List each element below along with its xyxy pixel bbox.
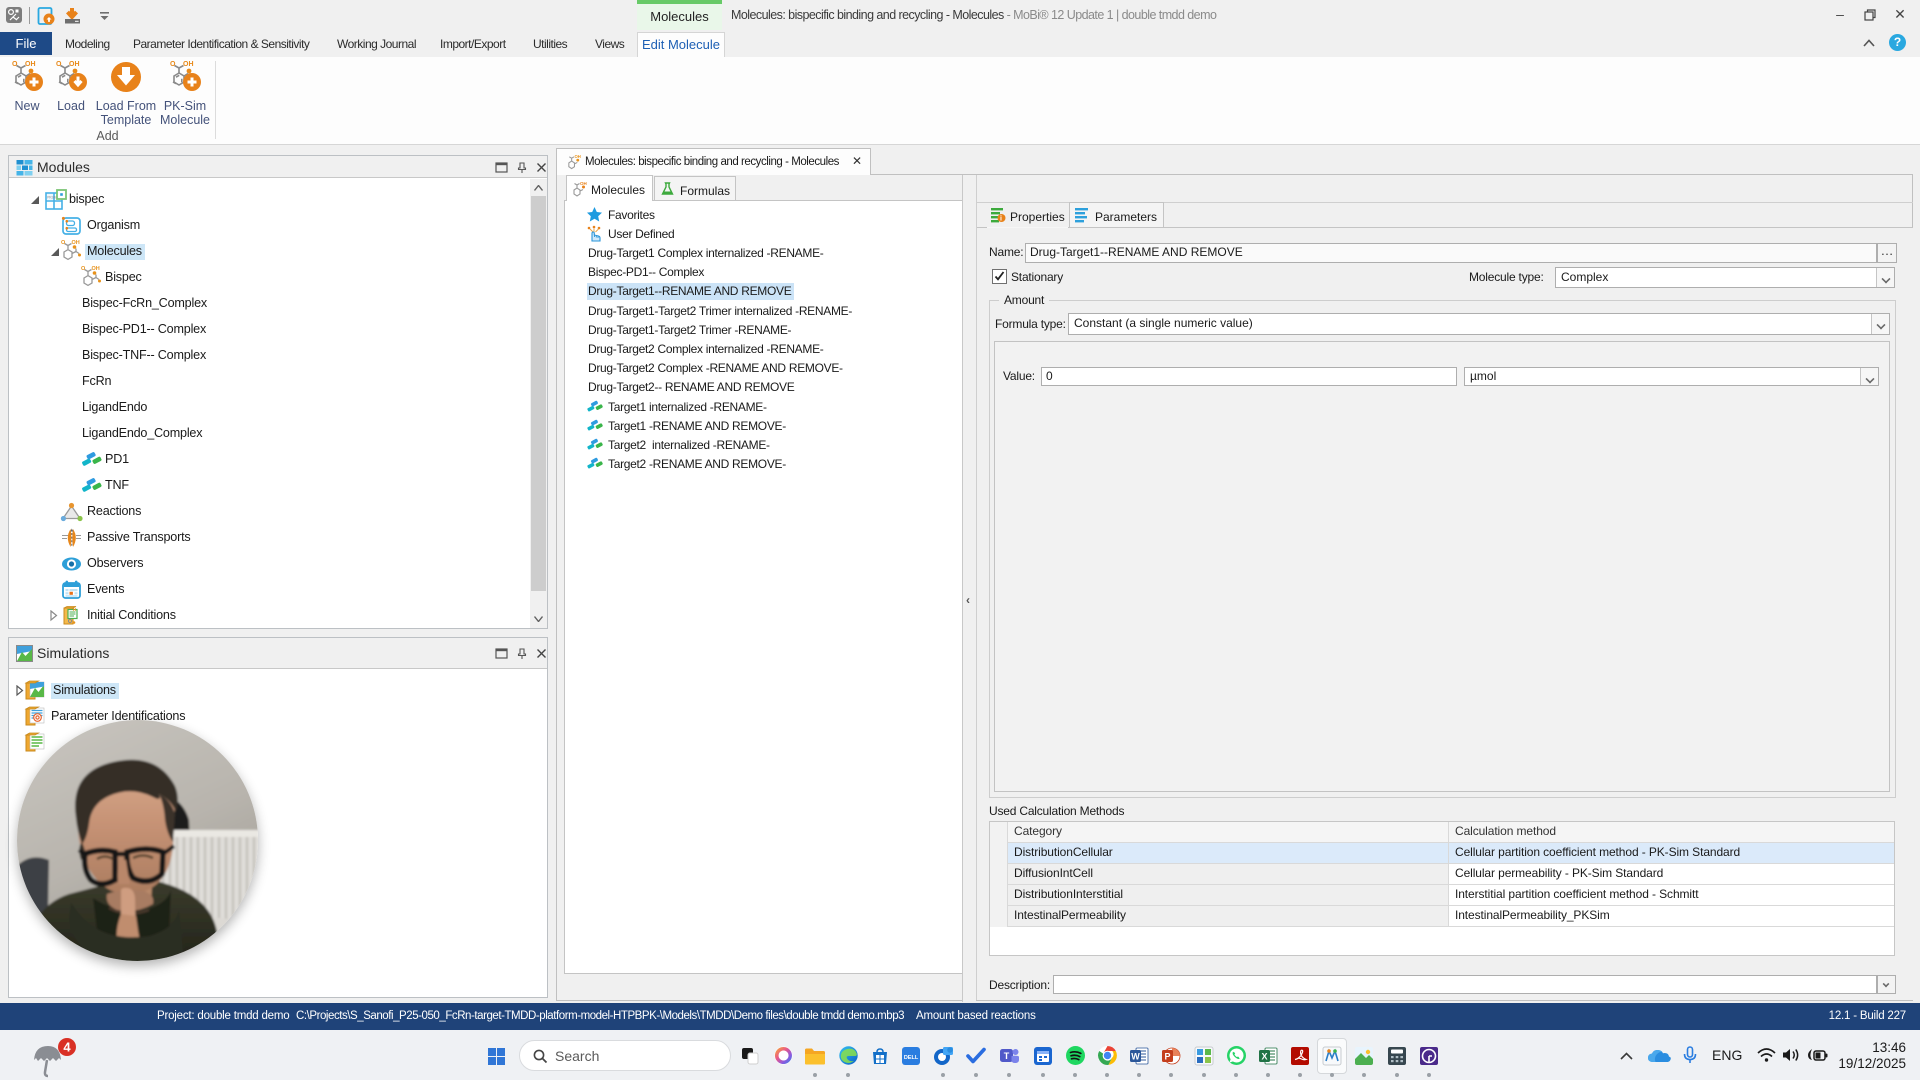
svg-text:T: T xyxy=(1004,1051,1010,1061)
svg-text:OH: OH xyxy=(580,181,587,186)
svg-text:X: X xyxy=(1261,1052,1267,1062)
svg-text:O: O xyxy=(56,61,62,68)
svg-text:O: O xyxy=(12,61,18,68)
svg-text:4: 4 xyxy=(63,1040,71,1055)
svg-text:OH: OH xyxy=(72,240,80,246)
svg-text:O: O xyxy=(170,61,176,68)
svg-text:OH: OH xyxy=(574,154,580,159)
svg-text:OH: OH xyxy=(183,61,194,68)
svg-text:H: H xyxy=(73,607,76,612)
svg-text:W: W xyxy=(1131,1052,1140,1062)
svg-text:OH: OH xyxy=(69,61,80,68)
svg-text:OH: OH xyxy=(25,61,36,68)
svg-text:O: O xyxy=(81,266,86,272)
svg-text:O: O xyxy=(61,240,66,246)
svg-text:i: i xyxy=(1000,216,1002,223)
svg-text:P: P xyxy=(1164,1052,1170,1062)
svg-text:DELL: DELL xyxy=(904,1055,919,1061)
svg-text:OH: OH xyxy=(92,266,100,272)
svg-text:PKSIM: PKSIM xyxy=(47,196,57,200)
